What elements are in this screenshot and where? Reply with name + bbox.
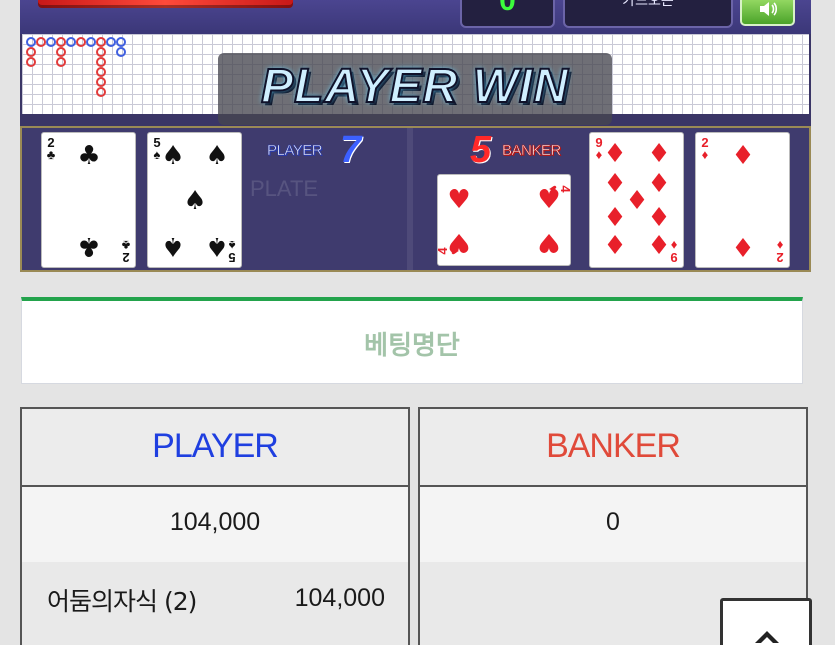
- card-table: PLATE 2 ♣ 2 ♣ ♣ ♣ 5 ♠ 5 ♠ ♠ ♠ ♠ ♠ ♠ PLAYER 7…: [20, 126, 811, 272]
- bead-banker: [56, 37, 66, 47]
- banker-card-1-sideways: 4 ♥ 4 ♥ ♥ ♥ ♥ ♥: [435, 174, 573, 266]
- banker-total-row: 0: [420, 487, 806, 562]
- diamond-icon: ♦: [603, 139, 627, 169]
- heart-icon: ♥: [447, 185, 471, 215]
- bead-banker: [96, 87, 106, 97]
- game-logo: [38, 0, 293, 8]
- bettor-name: 어둠의자식 (2): [47, 587, 197, 616]
- diamond-icon: ♦: [647, 139, 671, 169]
- player-total-amount: 104,000: [169, 508, 261, 536]
- bead-banker: [96, 57, 106, 67]
- diamond-icon: ♦: [603, 203, 627, 233]
- player-column-header: PLAYER: [22, 409, 408, 487]
- player-bet-row: 어둠의자식 (2) 104,000: [22, 562, 408, 642]
- card-open-button[interactable]: 카드오픈: [563, 0, 733, 28]
- player-score-value: 7: [340, 129, 362, 171]
- spade-icon: ♠: [205, 141, 229, 171]
- club-icon: ♣: [77, 231, 101, 261]
- club-icon: ♣: [77, 141, 101, 171]
- player-card-1: 2 ♣ 2 ♣ ♣ ♣: [41, 132, 136, 268]
- result-banner-text: PLAYER WIN: [260, 59, 569, 114]
- spade-icon: ♠: [161, 231, 185, 261]
- bead-player: [106, 37, 116, 47]
- bead-banker: [96, 47, 106, 57]
- spade-icon: ♠: [205, 231, 229, 261]
- heart-icon: ♥: [537, 227, 561, 257]
- baccarat-game-panel: 0 카드오픈 PLATE 2 ♣ 2 ♣ ♣ ♣ 5 ♠ 5 ♠ ♠ ♠ ♠ ♠…: [20, 0, 811, 272]
- banker-column-title: BANKER: [546, 427, 681, 465]
- banker-score-value: 5: [470, 129, 492, 171]
- bead-player: [116, 47, 126, 57]
- betting-list-title: 베팅명단: [364, 331, 460, 361]
- diamond-icon: ♦: [603, 231, 627, 261]
- bead-player: [46, 37, 56, 47]
- bead-player: [26, 37, 36, 47]
- heart-icon: ♥: [447, 227, 471, 257]
- banker-total-amount: 0: [606, 508, 620, 536]
- bead-banker: [26, 47, 36, 57]
- game-top-bar: 0 카드오픈: [20, 0, 811, 34]
- scroll-to-top-button[interactable]: [720, 598, 812, 645]
- player-bets-column: PLAYER 104,000 어둠의자식 (2) 104,000: [20, 407, 410, 645]
- bead-banker: [96, 67, 106, 77]
- card-corner: 2 ♦: [701, 135, 709, 162]
- table-divider: [407, 128, 413, 270]
- bead-player: [116, 37, 126, 47]
- card-open-label: 카드오픈: [622, 0, 674, 9]
- bead-banker: [96, 37, 106, 47]
- card-corner: 2 ♣: [46, 135, 56, 162]
- player-total-row: 104,000: [22, 487, 408, 562]
- bead-banker: [26, 57, 36, 67]
- card-corner: 2 ♦: [776, 238, 784, 265]
- player-column-title: PLAYER: [152, 427, 279, 465]
- diamond-icon: ♦: [731, 141, 755, 171]
- table-watermark: PLATE: [250, 176, 319, 201]
- round-counter-value: 0: [499, 0, 516, 17]
- arrow-up-icon: [755, 631, 779, 643]
- round-counter: 0: [460, 0, 555, 28]
- banker-card-3: 2 ♦ 2 ♦ ♦ ♦: [695, 132, 790, 268]
- player-score-label: PLAYER: [267, 142, 323, 160]
- bead-player: [66, 37, 76, 47]
- bead-banker: [96, 77, 106, 87]
- diamond-icon: ♦: [647, 203, 671, 233]
- bet-amount: 104,000: [294, 584, 385, 612]
- betting-list-header: 베팅명단: [21, 297, 803, 384]
- banker-score-label: BANKER: [502, 142, 562, 160]
- bead-player: [86, 37, 96, 47]
- spade-icon: ♠: [183, 186, 207, 216]
- bead-banker: [36, 37, 46, 47]
- banker-card-2: 9 ♦ 9 ♦ ♦ ♦ ♦ ♦ ♦ ♦ ♦ ♦ ♦: [589, 132, 684, 268]
- player-card-2: 5 ♠ 5 ♠ ♠ ♠ ♠ ♠ ♠: [147, 132, 242, 268]
- diamond-icon: ♦: [731, 231, 755, 261]
- result-banner: PLAYER WIN: [218, 53, 612, 125]
- bead-banker: [56, 47, 66, 57]
- sound-toggle-button[interactable]: [740, 0, 795, 26]
- bead-banker: [56, 57, 66, 67]
- heart-icon: ♥: [537, 185, 561, 215]
- bead-banker: [76, 37, 86, 47]
- diamond-icon: ♦: [647, 231, 671, 261]
- spade-icon: ♠: [161, 141, 185, 171]
- banker-column-header: BANKER: [420, 409, 806, 487]
- card-corner: 2 ♣: [121, 238, 131, 265]
- speaker-icon: [760, 2, 778, 16]
